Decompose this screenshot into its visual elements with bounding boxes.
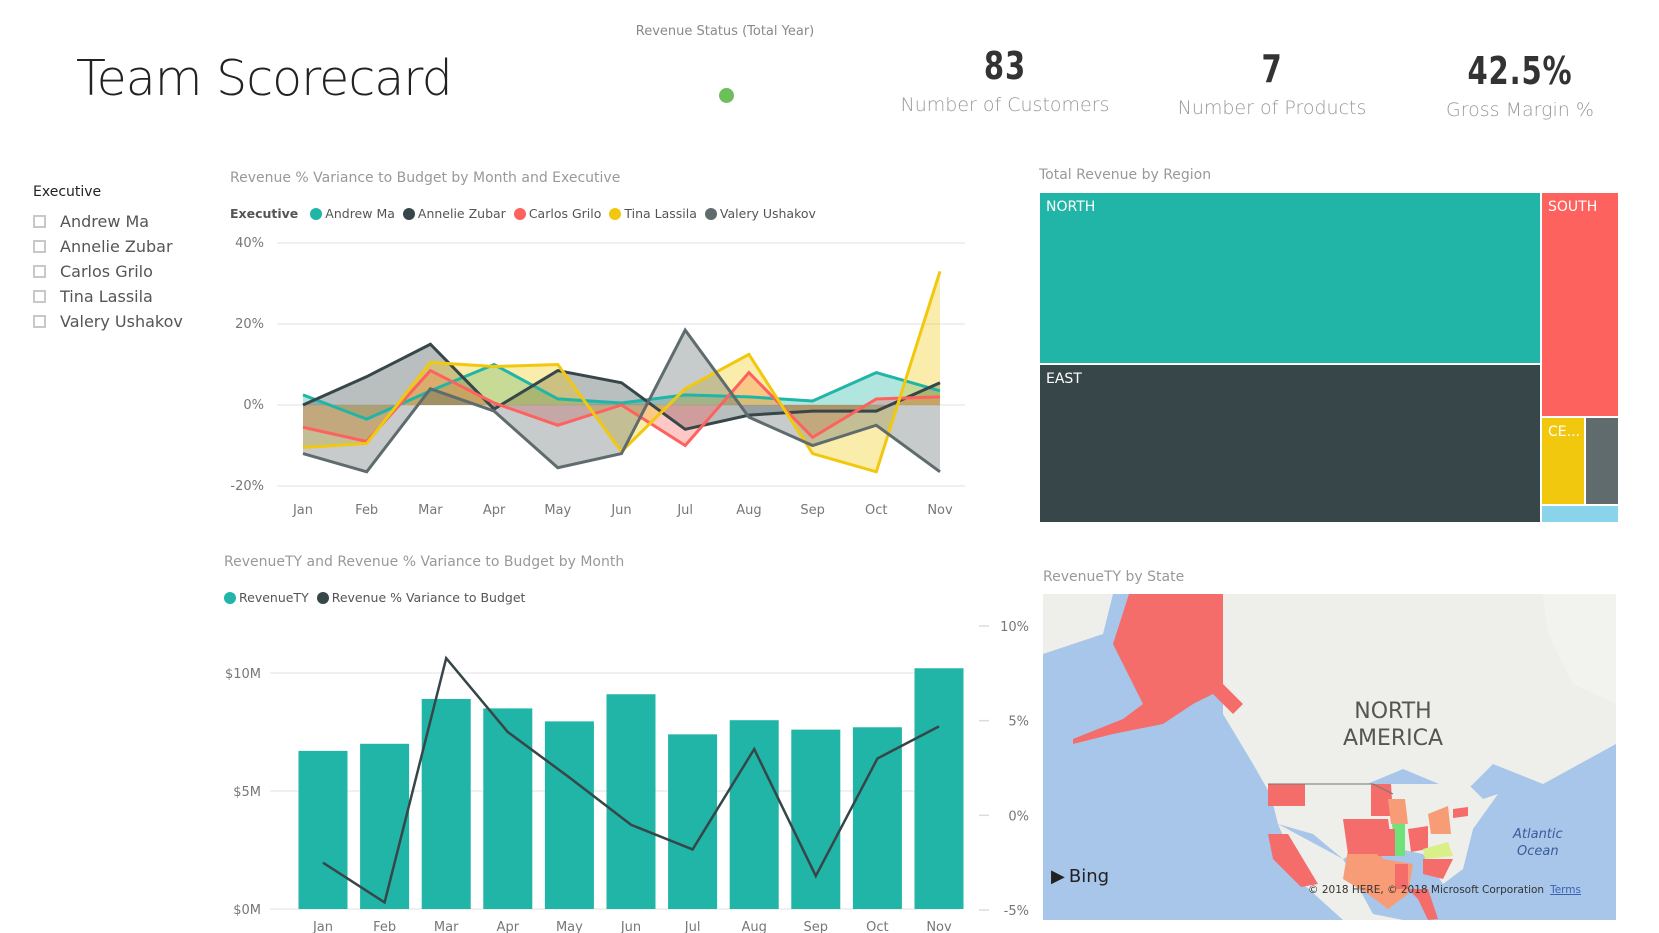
treemap-cell-south[interactable]: SOUTH bbox=[1541, 192, 1619, 417]
map-ocean-label: Atlantic Ocean bbox=[1513, 827, 1563, 859]
x-tick-label: Sep bbox=[800, 503, 825, 518]
map-land-west-alaska bbox=[1043, 594, 1113, 654]
x-tick-label: Jan bbox=[292, 503, 313, 518]
y-tick-label: 40% bbox=[235, 236, 264, 251]
x-tick-label: Jun bbox=[610, 503, 631, 518]
map-canvas bbox=[1043, 594, 1616, 920]
x-tick-label: Jul bbox=[676, 503, 693, 518]
map-copyright: © 2018 HERE, © 2018 Microsoft Corporatio… bbox=[1308, 884, 1581, 896]
region-treemap: NORTH EAST SOUTH CE... bbox=[1039, 192, 1619, 523]
x-tick-label: Apr bbox=[483, 503, 506, 518]
x-tick-label: Mar bbox=[418, 503, 443, 518]
map-state-missouri bbox=[1378, 829, 1395, 856]
x-tick-label: Nov bbox=[927, 503, 953, 518]
bing-label: Bing bbox=[1068, 866, 1110, 887]
legend-item-revenuety[interactable]: RevenueTY bbox=[224, 590, 309, 605]
map-state-washington bbox=[1268, 784, 1305, 806]
x-tick-label: Aug bbox=[736, 503, 761, 518]
treemap-cell-central[interactable]: CE... bbox=[1541, 417, 1585, 505]
bing-logo: ▶ Bing bbox=[1051, 866, 1109, 887]
y-tick-label: 0% bbox=[243, 398, 264, 413]
state-map[interactable]: NORTH AMERICA Atlantic Ocean ▶ Bing © 2018 … bbox=[1043, 594, 1616, 920]
revenue-combo-chart-legend: RevenueTY Revenue % Variance to Budget bbox=[224, 590, 533, 605]
map-terms-link[interactable]: Terms bbox=[1550, 884, 1581, 896]
map-state-ohio bbox=[1408, 826, 1428, 852]
treemap-cell-north[interactable]: NORTH bbox=[1039, 192, 1541, 364]
treemap-label: NORTH bbox=[1046, 199, 1096, 215]
bing-icon: ▶ bbox=[1051, 866, 1065, 887]
x-tick-label: Oct bbox=[865, 503, 887, 518]
treemap-label: CE... bbox=[1548, 424, 1580, 440]
legend-marker bbox=[224, 591, 236, 604]
y-tick-label: 20% bbox=[235, 317, 264, 332]
legend-marker bbox=[316, 591, 329, 604]
treemap-cell-other-lightblue[interactable] bbox=[1541, 505, 1619, 523]
treemap-label: SOUTH bbox=[1548, 199, 1598, 215]
x-tick-label: May bbox=[544, 503, 571, 518]
legend-label: Revenue % Variance to Budget bbox=[331, 590, 526, 605]
treemap-title: Total Revenue by Region bbox=[1039, 167, 1212, 183]
legend-label: RevenueTY bbox=[239, 590, 309, 605]
legend-item-revenue-variance[interactable]: Revenue % Variance to Budget bbox=[316, 590, 526, 605]
y-tick-label: -20% bbox=[230, 479, 264, 494]
map-title: RevenueTY by State bbox=[1043, 569, 1185, 585]
treemap-cell-east[interactable]: EAST bbox=[1039, 364, 1541, 523]
x-tick-label: Feb bbox=[355, 503, 378, 518]
map-state-wisconsin bbox=[1388, 799, 1408, 824]
treemap-label: EAST bbox=[1046, 371, 1082, 387]
treemap-cell-other-grey[interactable] bbox=[1585, 417, 1619, 505]
revenue-combo-chart-title: RevenueTY and Revenue % Variance to Budg… bbox=[224, 554, 625, 570]
map-continent-label: NORTH AMERICA bbox=[1342, 699, 1444, 751]
